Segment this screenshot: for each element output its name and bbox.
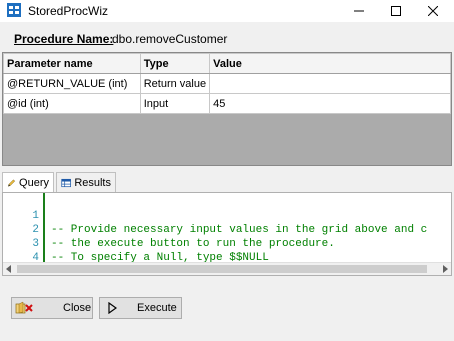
cell-parameter-name[interactable]: @RETURN_VALUE (int) xyxy=(3,73,141,94)
execute-button-label: Execute xyxy=(137,302,177,314)
tab-results-label: Results xyxy=(74,176,111,189)
cell-value[interactable] xyxy=(209,73,451,94)
minimize-button[interactable] xyxy=(340,0,378,22)
procedure-name-label: Procedure Name: xyxy=(14,32,114,46)
pencil-icon xyxy=(7,179,16,187)
table-row[interactable]: @id (int) Input 45 xyxy=(3,93,451,114)
column-header-type[interactable]: Type xyxy=(139,53,211,74)
table-icon xyxy=(61,178,71,187)
maximize-icon xyxy=(391,6,401,16)
close-icon xyxy=(428,6,438,16)
tab-strip: Query Results xyxy=(2,172,452,193)
column-header-value[interactable]: Value xyxy=(209,53,451,74)
code-line: 2 -- the execute button to run the proce… xyxy=(3,209,451,250)
title-bar: StoredProcWiz xyxy=(0,0,454,22)
column-header-parameter-name[interactable]: Parameter name xyxy=(3,53,141,74)
tab-results[interactable]: Results xyxy=(56,172,116,192)
execute-button[interactable]: Execute xyxy=(99,297,182,319)
scroll-right-icon[interactable] xyxy=(440,264,450,274)
query-editor[interactable]: 1 -- Provide necessary input values in t… xyxy=(2,192,452,276)
code-line: 3 -- To specify a Null, type $$NULL xyxy=(3,223,451,264)
code-line: 4 xyxy=(3,237,451,264)
grid-header-row: Parameter name Type Value xyxy=(3,53,451,74)
close-button-label: Close xyxy=(63,302,92,314)
window-title: StoredProcWiz xyxy=(28,4,109,18)
scroll-left-icon[interactable] xyxy=(4,264,14,274)
procedure-row: Procedure Name: dbo.removeCustomer xyxy=(0,22,454,52)
cell-parameter-name[interactable]: @id (int) xyxy=(3,93,141,114)
parameters-table: Parameter name Type Value @RETURN_VALUE … xyxy=(3,53,451,114)
close-window-button[interactable] xyxy=(414,0,452,22)
parameters-grid[interactable]: Parameter name Type Value @RETURN_VALUE … xyxy=(2,52,452,166)
procedure-name-value: dbo.removeCustomer xyxy=(112,32,228,46)
cell-value-input[interactable]: 45 xyxy=(209,93,451,114)
minimize-icon xyxy=(354,10,364,12)
horizontal-scrollbar[interactable] xyxy=(3,262,451,275)
scrollbar-thumb[interactable] xyxy=(17,265,427,273)
play-icon xyxy=(103,300,121,316)
cell-type[interactable]: Return value xyxy=(139,73,211,94)
cell-type[interactable]: Input xyxy=(139,93,211,114)
close-dialog-icon xyxy=(15,300,33,316)
app-icon xyxy=(7,3,21,17)
table-row[interactable]: @RETURN_VALUE (int) Return value xyxy=(3,73,451,94)
tab-query[interactable]: Query xyxy=(2,172,54,193)
code-line: 1 -- Provide necessary input values in t… xyxy=(3,195,451,236)
tab-query-label: Query xyxy=(19,177,49,189)
maximize-button[interactable] xyxy=(377,0,415,22)
close-button[interactable]: Close xyxy=(11,297,93,319)
